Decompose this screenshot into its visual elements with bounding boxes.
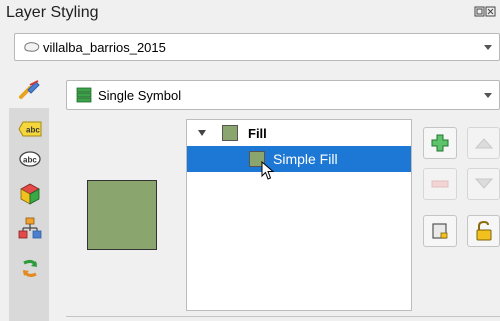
symbol-layer-tree[interactable]: Fill Simple Fill — [186, 119, 412, 311]
sidebar-item-history[interactable] — [16, 258, 44, 280]
chevron-down-icon — [484, 45, 492, 50]
renderer-combo[interactable]: Single Symbol — [66, 80, 500, 110]
cube-3d-icon — [20, 183, 40, 205]
sidebar-item-masks[interactable]: abc — [16, 148, 44, 170]
labels-icon-text: abc — [26, 126, 40, 135]
history-icon — [22, 259, 38, 277]
diagram-icon — [18, 217, 42, 239]
remove-symbol-layer-button[interactable] — [423, 168, 457, 200]
duplicate-icon — [432, 223, 448, 239]
sidebar-item-3d-view[interactable] — [16, 183, 44, 205]
sidebar-item-diagrams[interactable] — [16, 217, 44, 239]
lock-color-button[interactable] — [467, 215, 500, 247]
sidebar-item-symbology[interactable] — [16, 79, 44, 101]
divider — [66, 316, 500, 317]
layer-combo-value: villalba_barrios_2015 — [43, 39, 166, 55]
labels-icon: abc — [18, 121, 42, 137]
layer-combo[interactable]: villalba_barrios_2015 — [14, 33, 500, 61]
unlock-icon — [476, 221, 491, 241]
symbol-preview — [87, 180, 157, 250]
polygon-layer-icon — [24, 42, 40, 52]
add-symbol-layer-button[interactable] — [423, 127, 457, 159]
mouse-cursor-icon — [261, 161, 275, 180]
tree-item-fill-label: Fill — [248, 125, 267, 141]
sidebar-item-labels[interactable]: abc — [16, 118, 44, 140]
single-symbol-icon — [76, 87, 92, 103]
duplicate-symbol-layer-button[interactable] — [423, 215, 457, 247]
move-down-button[interactable] — [467, 168, 500, 200]
arrow-up-icon — [474, 138, 493, 149]
renderer-combo-value: Single Symbol — [98, 87, 182, 103]
paint-brush-icon — [19, 80, 40, 99]
float-close-icon[interactable] — [474, 6, 496, 18]
expand-arrow-icon[interactable] — [197, 129, 207, 137]
arrow-down-icon — [474, 178, 493, 189]
mask-icon-text: abc — [23, 156, 37, 165]
tree-item-simple-fill[interactable]: Simple Fill — [187, 146, 411, 172]
chevron-down-icon — [484, 93, 492, 98]
panel-title: Layer Styling — [6, 4, 99, 21]
tree-item-fill[interactable]: Fill — [187, 120, 411, 146]
plus-icon — [431, 134, 449, 152]
tree-item-simple-fill-label: Simple Fill — [273, 151, 338, 167]
mask-labels-icon: abc — [19, 151, 41, 167]
minus-icon — [431, 180, 449, 188]
panel-title-buttons[interactable] — [474, 6, 496, 21]
fill-swatch — [222, 125, 238, 141]
move-up-button[interactable] — [467, 127, 500, 159]
